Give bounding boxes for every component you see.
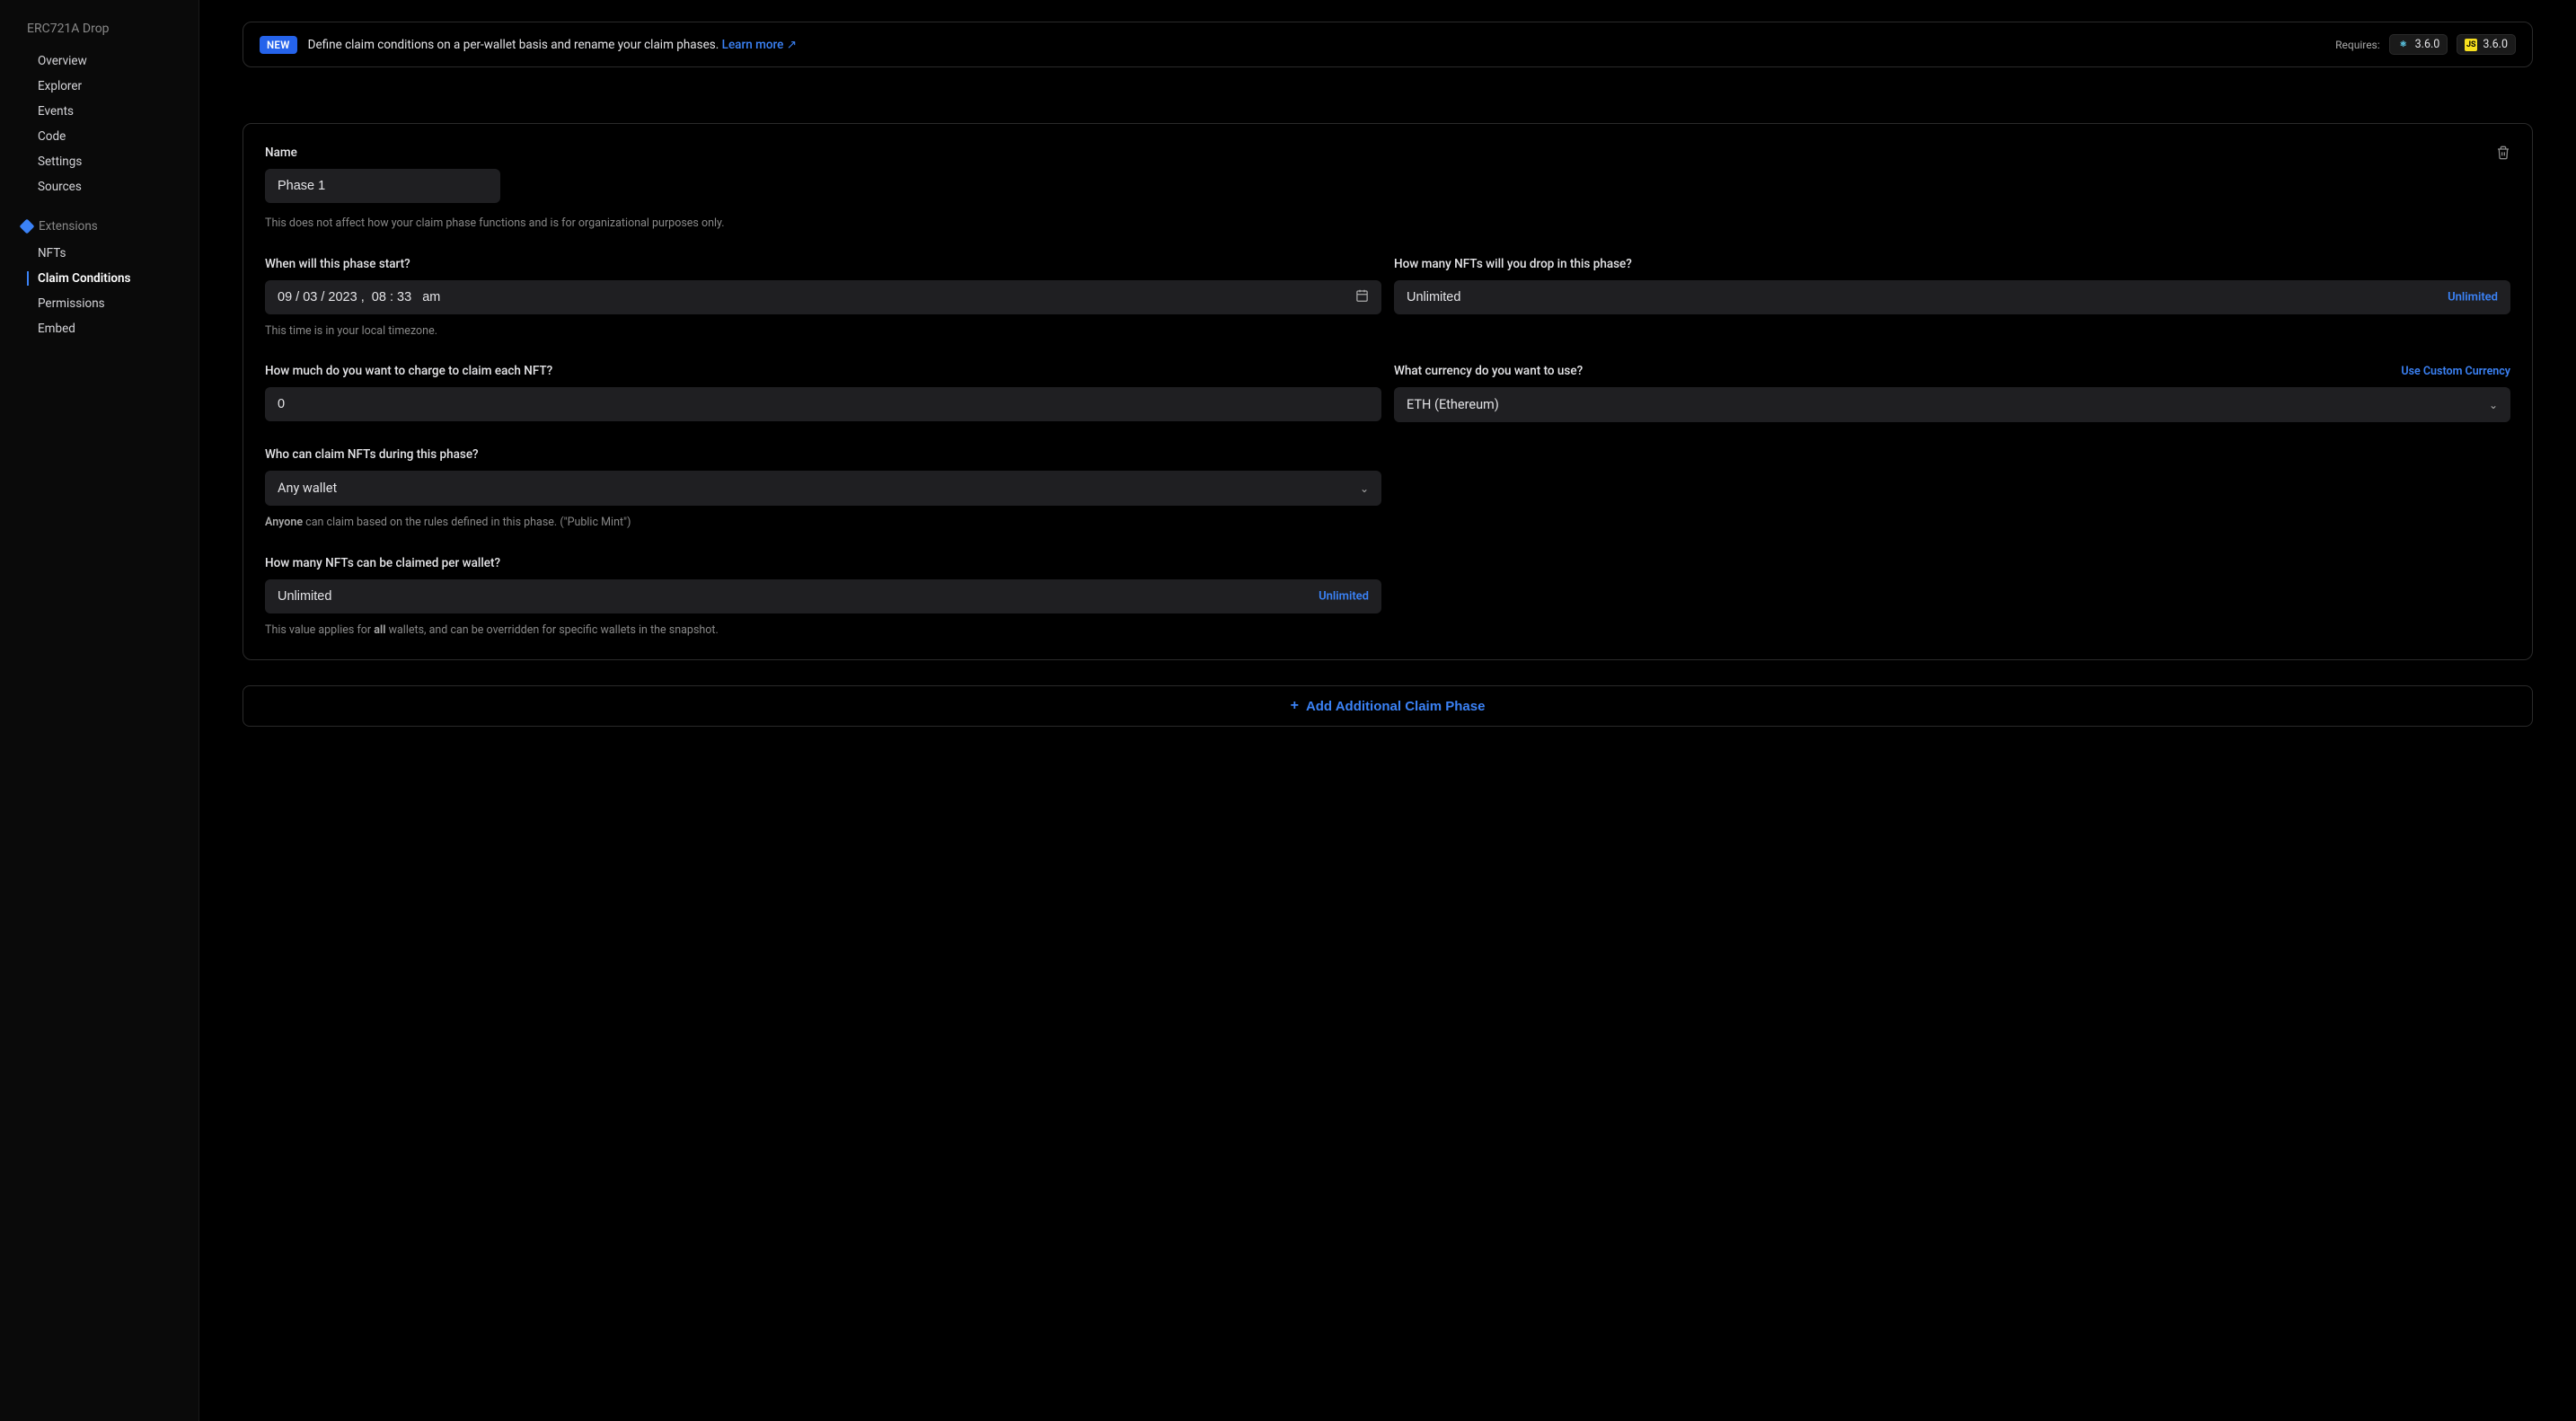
- sidebar-item-explorer[interactable]: Explorer: [0, 74, 198, 99]
- sidebar-item-overview[interactable]: Overview: [0, 49, 198, 74]
- per-wallet-unlimited-link[interactable]: Unlimited: [1319, 589, 1369, 603]
- custom-currency-link[interactable]: Use Custom Currency: [2401, 365, 2510, 378]
- start-label: When will this phase start?: [265, 257, 1381, 271]
- price-label: How much do you want to charge to claim …: [265, 364, 1381, 378]
- requires-section: Requires: ⚛ 3.6.0 JS 3.6.0: [2335, 34, 2516, 55]
- start-datetime-input[interactable]: [265, 280, 1381, 314]
- per-wallet-label: How many NFTs can be claimed per wallet?: [265, 556, 1381, 570]
- per-wallet-hint: This value applies for all wallets, and …: [265, 622, 1381, 639]
- learn-more-link[interactable]: Learn more ↗: [722, 38, 797, 52]
- notice-text: Define claim conditions on a per-wallet …: [308, 38, 797, 52]
- phase-card: Name This does not affect how your claim…: [243, 123, 2533, 660]
- drop-input[interactable]: [1394, 280, 2510, 314]
- add-phase-label: Add Additional Claim Phase: [1306, 699, 1485, 714]
- add-phase-button[interactable]: + Add Additional Claim Phase: [243, 685, 2533, 727]
- who-select[interactable]: Any wallet: [265, 471, 1381, 506]
- js-icon: JS: [2465, 39, 2477, 51]
- sidebar-item-sources[interactable]: Sources: [0, 174, 198, 199]
- plus-icon: +: [1291, 698, 1299, 714]
- currency-label: What currency do you want to use?: [1394, 364, 1583, 378]
- currency-select[interactable]: ETH (Ethereum): [1394, 387, 2510, 422]
- per-wallet-input[interactable]: [265, 579, 1381, 613]
- sidebar-section-extensions: Extensions: [0, 219, 198, 241]
- sidebar-title: ERC721A Drop: [0, 22, 198, 49]
- drop-unlimited-link[interactable]: Unlimited: [2448, 290, 2498, 304]
- name-label: Name: [265, 146, 2496, 160]
- name-input[interactable]: [265, 169, 500, 203]
- sidebar: ERC721A Drop Overview Explorer Events Co…: [0, 0, 199, 1421]
- js-version-badge: JS 3.6.0: [2457, 34, 2516, 55]
- sidebar-item-nfts[interactable]: NFTs: [0, 241, 198, 266]
- sidebar-item-claim-conditions[interactable]: Claim Conditions: [0, 266, 198, 291]
- sidebar-item-embed[interactable]: Embed: [0, 316, 198, 341]
- who-label: Who can claim NFTs during this phase?: [265, 447, 1381, 462]
- sidebar-item-permissions[interactable]: Permissions: [0, 291, 198, 316]
- react-version-badge: ⚛ 3.6.0: [2389, 34, 2448, 55]
- who-hint: Anyone can claim based on the rules defi…: [265, 515, 1381, 531]
- delete-phase-icon[interactable]: [2496, 146, 2510, 163]
- react-icon: ⚛: [2397, 39, 2410, 51]
- extensions-label: Extensions: [39, 219, 98, 234]
- start-hint: This time is in your local timezone.: [265, 323, 1381, 340]
- requires-label: Requires:: [2335, 39, 2380, 51]
- drop-label: How many NFTs will you drop in this phas…: [1394, 257, 2510, 271]
- sidebar-item-code[interactable]: Code: [0, 124, 198, 149]
- name-hint: This does not affect how your claim phas…: [265, 216, 2510, 232]
- sidebar-item-events[interactable]: Events: [0, 99, 198, 124]
- new-badge: NEW: [260, 36, 297, 54]
- main-content: NEW Define claim conditions on a per-wal…: [199, 0, 2576, 1421]
- notice-banner: NEW Define claim conditions on a per-wal…: [243, 22, 2533, 67]
- sidebar-item-settings[interactable]: Settings: [0, 149, 198, 174]
- diamond-icon: [20, 219, 35, 234]
- price-input[interactable]: [265, 387, 1381, 421]
